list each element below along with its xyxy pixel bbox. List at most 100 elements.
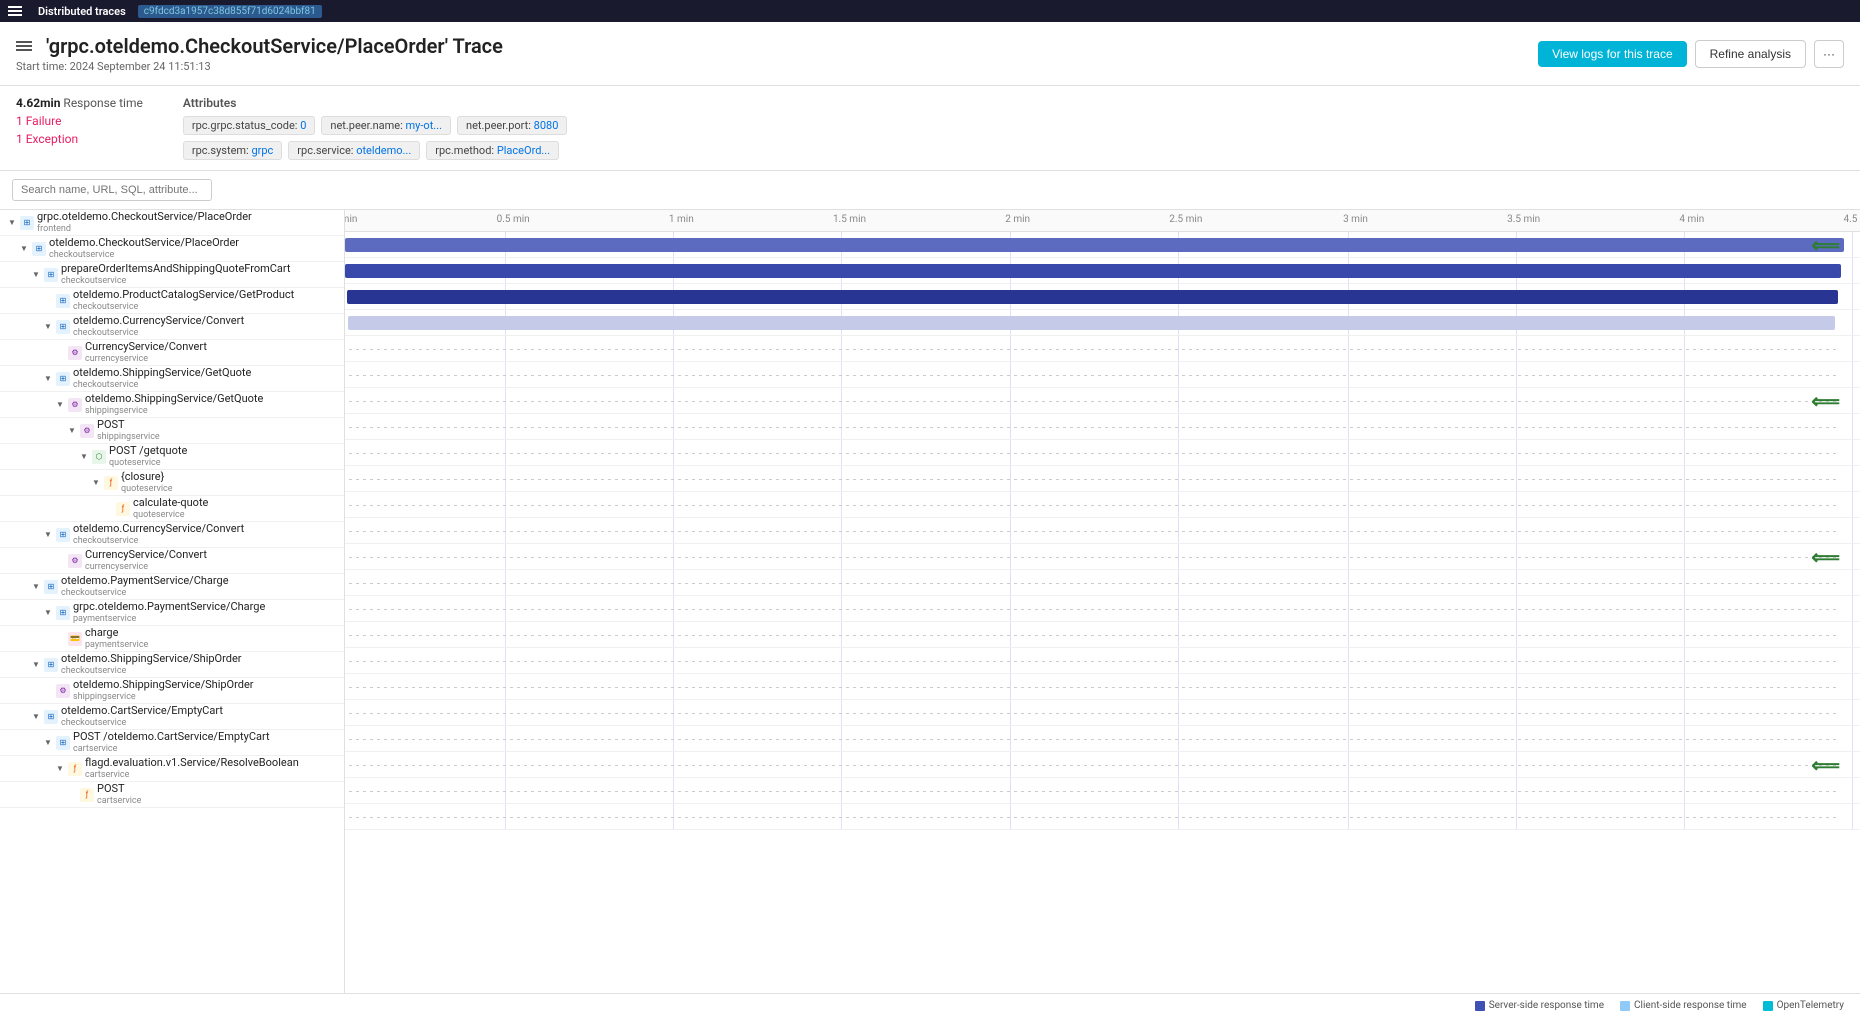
green-arrow-indicator: ⟸	[1811, 755, 1840, 775]
span-toggle[interactable]: ▼	[55, 400, 65, 410]
span-label-row[interactable]: ▼⊞oteldemo.CheckoutService/PlaceOrderche…	[0, 236, 344, 262]
top-nav: Distributed traces c9fdcd3a1957c38d855f7…	[0, 0, 1860, 22]
span-label-row[interactable]: ▼⬡POST /getquotequoteservice	[0, 444, 344, 470]
span-empty-line	[349, 635, 1840, 636]
span-name: oteldemo.ShippingService/GetQuote	[85, 392, 263, 406]
span-label-row[interactable]: ▼⊞oteldemo.CartService/EmptyCartcheckout…	[0, 704, 344, 730]
span-toggle[interactable]: ▼	[43, 530, 53, 540]
timeline-row	[345, 622, 1860, 648]
page-header: 'grpc.oteldemo.CheckoutService/PlaceOrde…	[0, 22, 1860, 86]
legend-server-label: Server-side response time	[1489, 1000, 1604, 1011]
span-label-row[interactable]: ▼⚙POSTshippingservice	[0, 418, 344, 444]
timeline-vline	[1852, 778, 1853, 803]
time-tick: 2 min	[1005, 214, 1030, 225]
span-toggle[interactable]: ▼	[31, 582, 41, 592]
span-toggle[interactable]	[55, 556, 65, 566]
view-logs-button[interactable]: View logs for this trace	[1538, 41, 1687, 67]
span-toggle[interactable]: ▼	[67, 426, 77, 436]
span-label-row[interactable]: ⚙CurrencyService/Convertcurrencyservice	[0, 340, 344, 366]
span-icon-gear: ⚙	[68, 398, 82, 412]
span-label-row[interactable]: ƒPOSTcartservice	[0, 782, 344, 808]
span-label-row[interactable]: ▼⊞oteldemo.ShippingService/GetQuotecheck…	[0, 366, 344, 392]
timeline-row: ⟸	[345, 232, 1860, 258]
span-label-row[interactable]: 💳chargepaymentservice	[0, 626, 344, 652]
span-toggle[interactable]: ▼	[79, 452, 89, 462]
span-toggle[interactable]: ▼	[91, 478, 101, 488]
span-service: checkoutservice	[49, 250, 239, 261]
span-label-row[interactable]: ▼⊞oteldemo.CurrencyService/Convertchecko…	[0, 522, 344, 548]
timeline-vline	[1852, 232, 1853, 257]
span-text: {closure}quoteservice	[121, 470, 173, 495]
span-toggle[interactable]	[43, 296, 53, 306]
timeline-row	[345, 440, 1860, 466]
span-label-row[interactable]: ▼⊞oteldemo.CurrencyService/Convertchecko…	[0, 314, 344, 340]
span-label-row[interactable]: ▼ƒ{closure}quoteservice	[0, 470, 344, 496]
time-tick: 1 min	[669, 214, 694, 225]
span-toggle[interactable]: ▼	[31, 712, 41, 722]
green-arrow-indicator: ⟸	[1811, 235, 1840, 255]
span-name: POST	[97, 782, 141, 796]
timeline-row	[345, 648, 1860, 674]
timeline-vline	[1852, 596, 1853, 621]
span-bar	[345, 238, 1844, 252]
span-label-row[interactable]: ▼⊞grpc.oteldemo.CheckoutService/PlaceOrd…	[0, 210, 344, 236]
exception-stat[interactable]: 1 Exception	[16, 132, 143, 146]
span-text: oteldemo.CartService/EmptyCartcheckoutse…	[61, 704, 223, 729]
span-toggle[interactable]	[67, 790, 77, 800]
span-toggle[interactable]: ▼	[55, 764, 65, 774]
attr-badge-3[interactable]: rpc.system: grpc	[183, 141, 282, 160]
span-label-row[interactable]: ⊞oteldemo.ProductCatalogService/GetProdu…	[0, 288, 344, 314]
span-label-row[interactable]: ⚙oteldemo.ShippingService/ShipOrdershipp…	[0, 678, 344, 704]
span-label-row[interactable]: ▼⊞prepareOrderItemsAndShippingQuoteFromC…	[0, 262, 344, 288]
timeline-vline	[1852, 752, 1853, 777]
timeline-row	[345, 414, 1860, 440]
attr-badge-0[interactable]: rpc.grpc.status_code: 0	[183, 116, 316, 135]
span-label-row[interactable]: ⚙CurrencyService/Convertcurrencyservice	[0, 548, 344, 574]
time-tick: 3 min	[1343, 214, 1368, 225]
span-empty-line	[349, 817, 1840, 818]
timeline-panel[interactable]: 0 min0.5 min1 min1.5 min2 min2.5 min3 mi…	[345, 210, 1860, 993]
span-toggle[interactable]	[43, 686, 53, 696]
span-label-row[interactable]: ▼ƒflagd.evaluation.v1.Service/ResolveBoo…	[0, 756, 344, 782]
timeline-vline	[1852, 388, 1853, 413]
span-service: checkoutservice	[61, 666, 242, 677]
span-icon-func: ƒ	[68, 762, 82, 776]
refine-analysis-button[interactable]: Refine analysis	[1695, 40, 1806, 68]
span-empty-line	[349, 557, 1840, 558]
span-toggle[interactable]: ▼	[7, 218, 17, 228]
span-label-row[interactable]: ▼⚙oteldemo.ShippingService/GetQuoteshipp…	[0, 392, 344, 418]
timeline-vline	[1852, 440, 1853, 465]
span-icon-http: ⬡	[92, 450, 106, 464]
span-label-row[interactable]: ▼⊞grpc.oteldemo.PaymentService/Chargepay…	[0, 600, 344, 626]
attr-badge-5[interactable]: rpc.method: PlaceOrd...	[426, 141, 559, 160]
span-toggle[interactable]: ▼	[43, 374, 53, 384]
attr-badge-4[interactable]: rpc.service: oteldemo...	[288, 141, 420, 160]
span-toggle[interactable]: ▼	[43, 738, 53, 748]
timeline-vline	[1852, 804, 1853, 829]
time-tick: 2.5 min	[1169, 214, 1202, 225]
span-service: checkoutservice	[73, 536, 244, 547]
span-toggle[interactable]	[103, 504, 113, 514]
span-toggle[interactable]	[55, 634, 65, 644]
more-options-button[interactable]: ···	[1814, 40, 1844, 68]
nav-brand[interactable]: Distributed traces	[38, 5, 126, 18]
span-text: chargepaymentservice	[85, 626, 148, 651]
attr-badge-1[interactable]: net.peer.name: my-ot...	[321, 116, 451, 135]
span-toggle[interactable]: ▼	[31, 270, 41, 280]
span-empty-line	[349, 401, 1840, 402]
span-toggle[interactable]: ▼	[43, 322, 53, 332]
span-name: {closure}	[121, 470, 173, 484]
hamburger-icon[interactable]	[8, 6, 22, 16]
span-toggle[interactable]: ▼	[43, 608, 53, 618]
failure-stat[interactable]: 1 Failure	[16, 114, 143, 128]
search-input[interactable]	[12, 179, 212, 201]
attr-badge-2[interactable]: net.peer.port: 8080	[457, 116, 567, 135]
span-label-row[interactable]: ▼⊞oteldemo.PaymentService/Chargecheckout…	[0, 574, 344, 600]
span-label-row[interactable]: ƒcalculate-quotequoteservice	[0, 496, 344, 522]
timeline-row	[345, 674, 1860, 700]
span-toggle[interactable]: ▼	[31, 660, 41, 670]
span-label-row[interactable]: ▼⊞oteldemo.ShippingService/ShipOrderchec…	[0, 652, 344, 678]
span-toggle[interactable]	[55, 348, 65, 358]
span-label-row[interactable]: ▼⊞POST /oteldemo.CartService/EmptyCartca…	[0, 730, 344, 756]
span-toggle[interactable]: ▼	[19, 244, 29, 254]
